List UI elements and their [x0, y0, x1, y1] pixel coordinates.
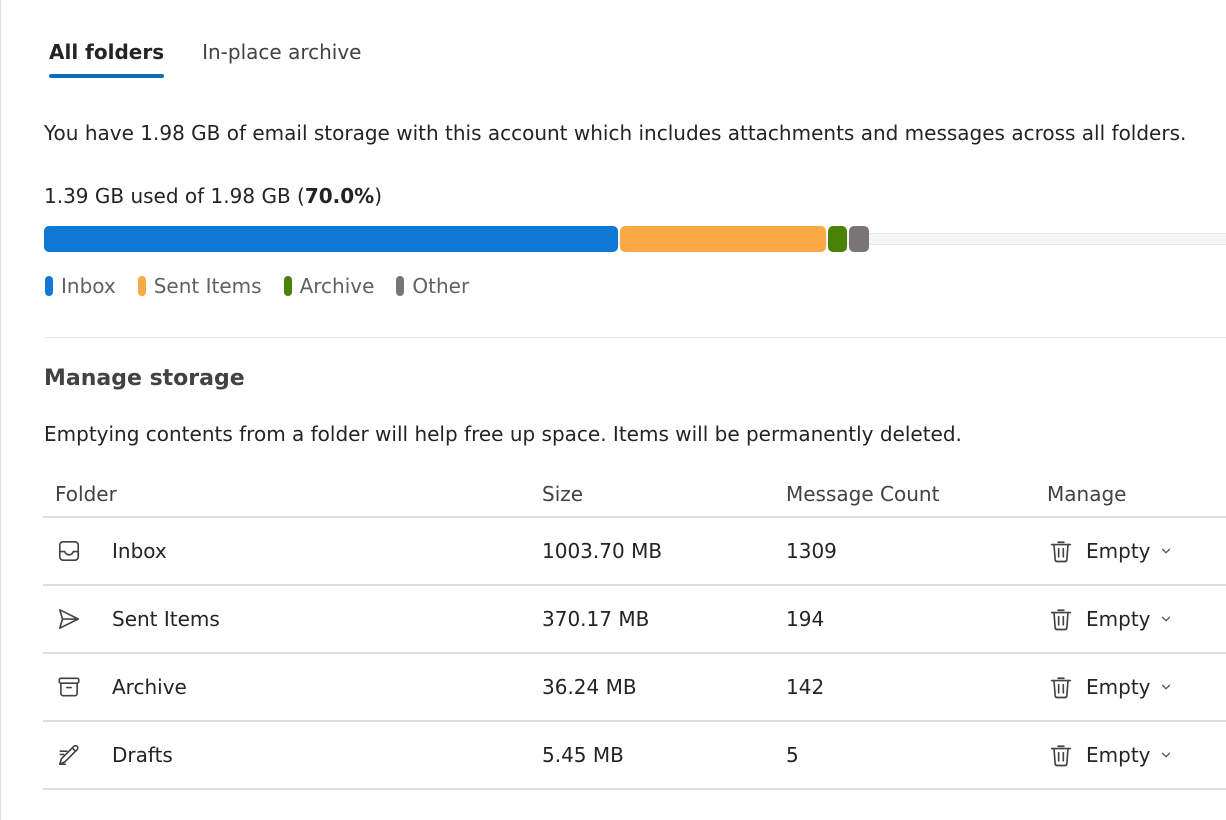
folder-cell: Archive: [43, 673, 542, 701]
legend-item-archive: Archive: [283, 272, 375, 300]
manage-cell: Empty: [1047, 741, 1226, 769]
chevron-down-icon: [1159, 612, 1173, 626]
chevron-down-icon: [1159, 680, 1173, 694]
table-row: Sent Items 370.17 MB 194 Empty: [43, 586, 1226, 654]
trash-icon: [1047, 673, 1075, 701]
folder-size: 36.24 MB: [542, 675, 637, 699]
tab-in-place-archive[interactable]: In-place archive: [202, 38, 361, 78]
table-row: Drafts 5.45 MB 5 Empty: [43, 722, 1226, 790]
empty-button[interactable]: Empty: [1047, 605, 1173, 633]
archive-icon: [55, 673, 83, 701]
storage-bar-segment-archive: [828, 226, 847, 252]
header-manage: Manage: [1047, 482, 1127, 506]
empty-label: Empty: [1086, 743, 1151, 767]
message-count: 1309: [786, 539, 837, 563]
folder-name: Inbox: [112, 539, 167, 563]
left-border: [0, 0, 1, 820]
empty-button[interactable]: Empty: [1047, 741, 1173, 769]
usage-percent: 70.0%: [304, 184, 375, 208]
storage-bar: [44, 226, 1226, 252]
storage-bar-segment-inbox: [44, 226, 618, 252]
message-count: 142: [786, 675, 825, 699]
chevron-down-icon: [1159, 748, 1173, 762]
header-folder: Folder: [55, 482, 117, 506]
storage-bar-segment-other: [849, 226, 869, 252]
header-message-count: Message Count: [786, 482, 940, 506]
table-header: Folder Size Message Count Manage: [43, 472, 1226, 518]
section-divider: [44, 337, 1226, 338]
storage-intro-text: You have 1.98 GB of email storage with t…: [44, 121, 1187, 145]
folder-size: 5.45 MB: [542, 743, 624, 767]
folder-name: Sent Items: [112, 607, 220, 631]
chevron-down-icon: [1159, 544, 1173, 558]
empty-label: Empty: [1086, 607, 1151, 631]
tab-all-folders[interactable]: All folders: [49, 38, 165, 78]
message-count: 5: [786, 743, 799, 767]
empty-button[interactable]: Empty: [1047, 673, 1173, 701]
folder-cell: Inbox: [43, 537, 542, 565]
trash-icon: [1047, 537, 1075, 565]
manage-storage-heading: Manage storage: [44, 366, 245, 391]
manage-cell: Empty: [1047, 673, 1226, 701]
storage-page: All folders In-place archive You have 1.…: [0, 0, 1226, 820]
manage-cell: Empty: [1047, 537, 1226, 565]
folder-size: 1003.70 MB: [542, 539, 663, 563]
message-count: 194: [786, 607, 825, 631]
legend-label-other: Other: [412, 274, 470, 298]
tab-list: All folders In-place archive: [49, 38, 361, 78]
legend-swatch-sent-items: [137, 276, 146, 296]
send-icon: [55, 605, 83, 633]
legend-item-inbox: Inbox: [45, 272, 116, 300]
legend-label-inbox: Inbox: [61, 274, 116, 298]
trash-icon: [1047, 605, 1075, 633]
legend-item-sent-items: Sent Items: [137, 272, 262, 300]
folder-name: Drafts: [112, 743, 173, 767]
table-row: Inbox 1003.70 MB 1309 Empty: [43, 518, 1226, 586]
storage-bar-segment-sent-items: [620, 226, 826, 252]
legend-label-archive: Archive: [299, 274, 375, 298]
legend-swatch-other: [396, 276, 405, 296]
manage-cell: Empty: [1047, 605, 1226, 633]
legend-swatch-archive: [283, 276, 292, 296]
drafts-icon: [55, 741, 83, 769]
storage-legend: Inbox Sent Items Archive Other: [45, 272, 491, 300]
folder-storage-table: Folder Size Message Count Manage Inbox 1…: [43, 472, 1226, 790]
usage-used-text: 1.39 GB used of 1.98 GB (: [44, 184, 305, 208]
manage-storage-description: Emptying contents from a folder will hel…: [44, 422, 962, 446]
legend-label-sent-items: Sent Items: [153, 274, 262, 298]
legend-swatch-inbox: [45, 276, 53, 296]
table-row: Archive 36.24 MB 142 Empty: [43, 654, 1226, 722]
usage-close-paren: ): [374, 184, 383, 208]
header-size: Size: [542, 482, 584, 506]
legend-item-other: Other: [396, 272, 469, 300]
folder-cell: Drafts: [43, 741, 542, 769]
inbox-icon: [55, 537, 83, 565]
empty-button[interactable]: Empty: [1047, 537, 1173, 565]
empty-label: Empty: [1086, 675, 1151, 699]
folder-name: Archive: [112, 675, 187, 699]
folder-cell: Sent Items: [43, 605, 542, 633]
folder-size: 370.17 MB: [542, 607, 650, 631]
usage-summary: 1.39 GB used of 1.98 GB (70.0%): [44, 182, 382, 210]
trash-icon: [1047, 741, 1075, 769]
empty-label: Empty: [1086, 539, 1151, 563]
